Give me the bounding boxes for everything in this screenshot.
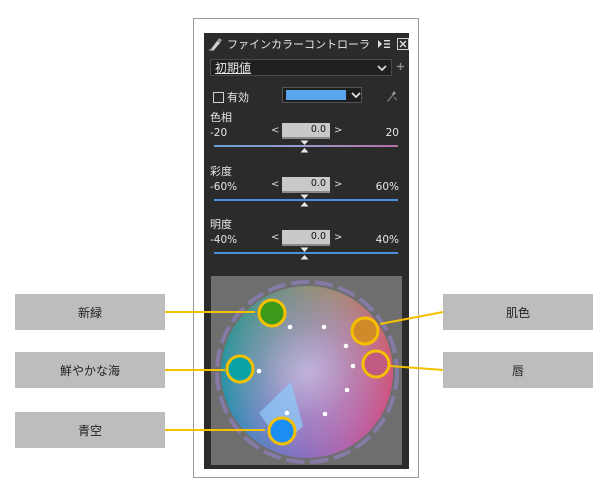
callout-lips: 唇 — [443, 352, 593, 388]
callout-skin-tone: 肌色 — [443, 294, 593, 330]
callout-blue-sky: 青空 — [15, 412, 165, 448]
callout-vivid-sea: 鮮やかな海 — [15, 352, 165, 388]
callout-fresh-green: 新緑 — [15, 294, 165, 330]
